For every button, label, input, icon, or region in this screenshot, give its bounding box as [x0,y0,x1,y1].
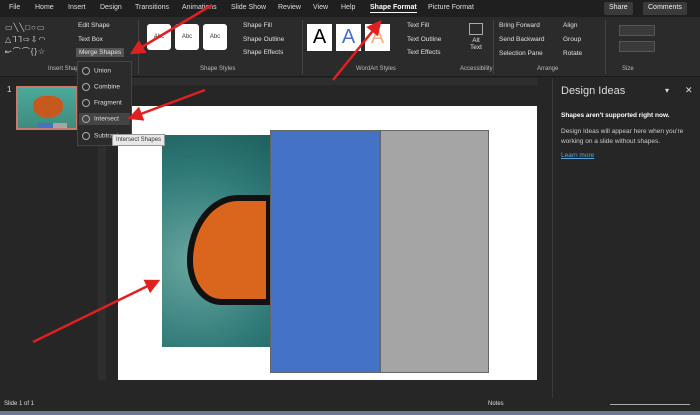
arrow-merge-shapes [129,3,213,55]
arrow-picture [32,279,161,344]
annotation-arrows [32,3,382,344]
arrow-intersect [127,88,206,121]
arrow-shape-format [332,20,382,81]
